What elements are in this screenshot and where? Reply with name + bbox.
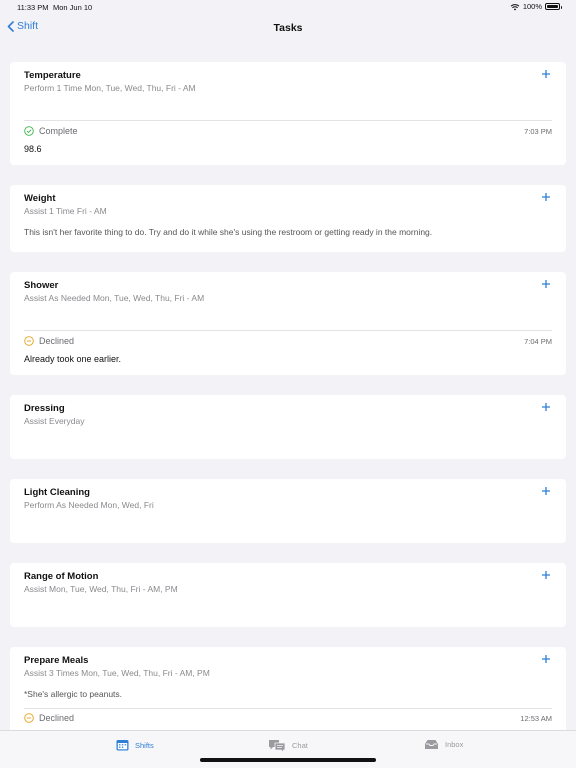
chat-bubbles-icon: [269, 740, 286, 752]
task-card-dressing[interactable]: Dressing Assist Everyday: [10, 395, 566, 459]
task-title: Temperature: [24, 70, 81, 81]
task-title: Shower: [24, 280, 59, 291]
status-value: 98.6: [24, 144, 42, 154]
battery-icon: [545, 3, 562, 10]
task-schedule: Perform As Needed Mon, Wed, Fri: [24, 500, 154, 510]
status-bar: 11:33 PM Mon Jun 10 100%: [0, 0, 576, 14]
status-label: Complete: [39, 126, 78, 136]
status-time: 11:33 PM: [17, 3, 49, 12]
add-icon[interactable]: [540, 569, 552, 581]
battery-percent: 100%: [522, 2, 542, 11]
task-title: Dressing: [24, 403, 65, 414]
status-row: Declined 12:53 AM: [10, 709, 566, 727]
add-icon[interactable]: [540, 401, 552, 413]
status-value: Already took one earlier.: [24, 354, 122, 364]
add-icon[interactable]: [540, 278, 552, 290]
task-schedule: Perform 1 Time Mon, Tue, Wed, Thu, Fri -…: [24, 83, 196, 93]
tab-inbox[interactable]: Inbox: [424, 739, 463, 750]
task-title: Range of Motion: [24, 571, 99, 582]
tab-bar: Shifts Chat Inbox: [0, 730, 576, 768]
status-timestamp: 12:53 AM: [520, 714, 552, 723]
home-indicator: [200, 758, 376, 762]
tab-shifts-label: Shifts: [135, 740, 154, 750]
check-circle-icon: [24, 126, 34, 136]
navigation-bar: Shift Tasks: [0, 14, 576, 44]
status-right: 100%: [510, 2, 562, 11]
task-schedule: Assist As Needed Mon, Tue, Wed, Thu, Fri…: [24, 293, 205, 303]
task-schedule: Assist Mon, Tue, Wed, Thu, Fri - AM, PM: [24, 584, 178, 594]
wifi-icon: [510, 3, 520, 10]
task-note: *She's allergic to peanuts.: [24, 689, 123, 699]
calendar-icon: [116, 740, 129, 751]
task-card-weight[interactable]: Weight Assist 1 Time Fri - AM This isn't…: [10, 185, 566, 252]
task-card-temperature[interactable]: Temperature Perform 1 Time Mon, Tue, Wed…: [10, 62, 566, 165]
task-schedule: Assist Everyday: [24, 416, 85, 426]
status-timestamp: 7:03 PM: [524, 127, 552, 136]
status-label: Declined: [39, 336, 75, 346]
task-title: Light Cleaning: [24, 487, 90, 498]
add-icon[interactable]: [540, 485, 552, 497]
status-timestamp: 7:04 PM: [524, 337, 552, 346]
inbox-tray-icon: [425, 740, 438, 749]
task-schedule: Assist 1 Time Fri - AM: [24, 206, 107, 216]
task-list: Temperature Perform 1 Time Mon, Tue, Wed…: [10, 62, 566, 767]
task-card-shower[interactable]: Shower Assist As Needed Mon, Tue, Wed, T…: [10, 272, 566, 375]
status-date: Mon Jun 10: [53, 3, 93, 12]
page-title: Tasks: [273, 22, 303, 34]
status-label: Declined: [39, 713, 75, 723]
status-row: Complete 7:03 PM: [10, 121, 566, 141]
task-title: Prepare Meals: [24, 655, 89, 666]
add-icon[interactable]: [540, 191, 552, 203]
task-card-range-of-motion[interactable]: Range of Motion Assist Mon, Tue, Wed, Th…: [10, 563, 566, 627]
status-row: Declined 7:04 PM: [10, 331, 566, 351]
add-icon[interactable]: [540, 68, 552, 80]
tab-chat-label: Chat: [292, 741, 308, 750]
task-title: Weight: [24, 193, 56, 204]
tab-shifts[interactable]: Shifts: [116, 739, 154, 751]
task-schedule: Assist 3 Times Mon, Tue, Wed, Thu, Fri -…: [24, 668, 210, 678]
tab-inbox-label: Inbox: [445, 740, 464, 749]
declined-icon: [24, 336, 34, 346]
task-note: This isn't her favorite thing to do. Try…: [24, 227, 433, 237]
task-card-light-cleaning[interactable]: Light Cleaning Perform As Needed Mon, We…: [10, 479, 566, 543]
tab-chat[interactable]: Chat: [268, 739, 308, 752]
declined-icon: [24, 713, 34, 723]
add-icon[interactable]: [540, 653, 552, 665]
